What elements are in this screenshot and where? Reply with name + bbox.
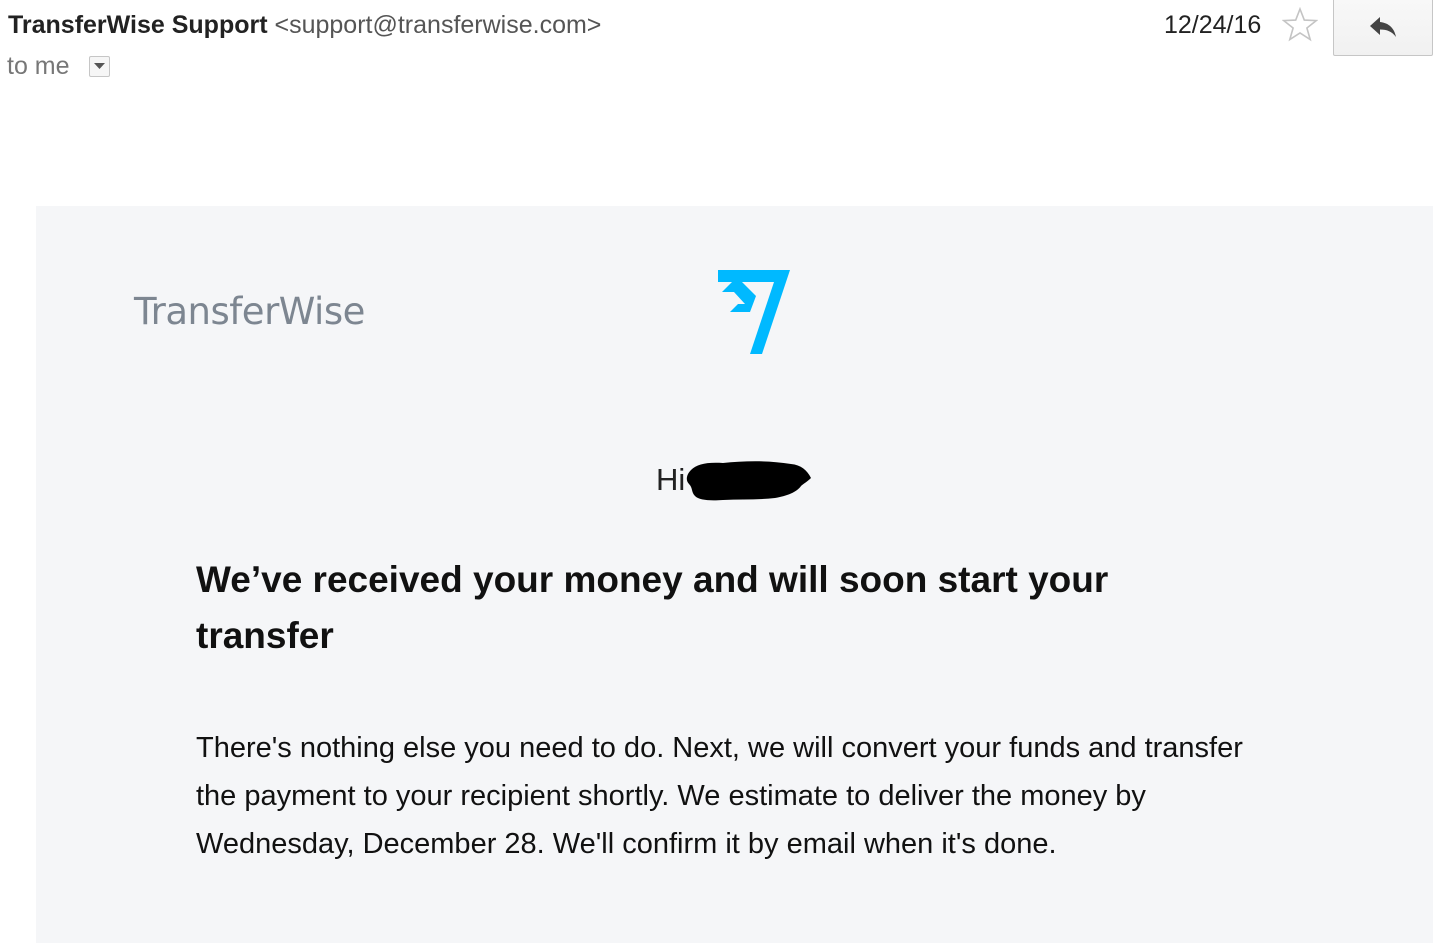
sender-line: TransferWise Support <support@transferwi… [8,9,601,41]
reply-icon [1370,17,1396,37]
greeting: Hi [656,456,813,504]
body-paragraph: There's nothing else you need to do. Nex… [196,732,1243,860]
recipient-line: to me [7,50,110,82]
headline: We’ve received your money and will soon … [196,559,1109,656]
sender-name[interactable]: TransferWise Support [8,11,268,39]
star-icon[interactable] [1282,7,1318,43]
email-body-card: TransferWise Hi We’ve received your mone… [36,206,1433,943]
greeting-text: Hi [656,462,686,497]
recipient-label: to me [7,52,70,80]
transferwise-flag-logo-icon [718,270,790,354]
sender-email: <support@transferwise.com> [274,11,602,39]
show-details-button[interactable] [88,55,110,77]
transferwise-wordmark: TransferWise [134,290,365,333]
chevron-down-icon [93,62,105,69]
redacted-name-mark [687,461,812,501]
email-view: TransferWise Support <support@transferwi… [0,0,1433,943]
reply-button[interactable] [1333,0,1433,56]
email-date: 12/24/16 [1164,11,1262,39]
